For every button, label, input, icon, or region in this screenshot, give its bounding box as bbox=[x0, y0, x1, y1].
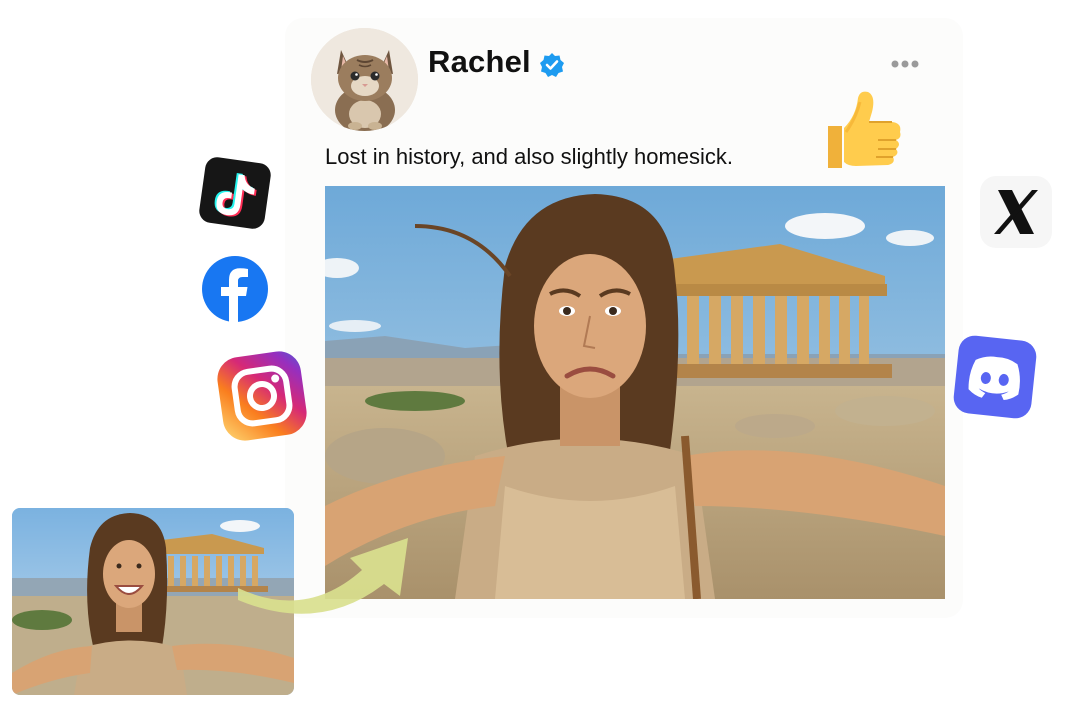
thumbs-up-emoji[interactable] bbox=[822, 88, 904, 172]
user-avatar[interactable] bbox=[311, 28, 418, 131]
post-caption: Lost in history, and also slightly homes… bbox=[325, 144, 733, 169]
verified-badge-icon bbox=[539, 52, 565, 78]
facebook-icon[interactable] bbox=[200, 254, 270, 324]
instagram-icon[interactable] bbox=[210, 344, 314, 448]
more-options-icon[interactable] bbox=[890, 58, 920, 70]
discord-icon[interactable] bbox=[950, 332, 1040, 422]
post-photo[interactable] bbox=[325, 186, 945, 599]
username[interactable]: Rachel bbox=[428, 44, 531, 80]
tiktok-icon[interactable] bbox=[196, 154, 274, 232]
curved-arrow-icon bbox=[236, 530, 414, 620]
x-icon[interactable] bbox=[976, 172, 1056, 252]
